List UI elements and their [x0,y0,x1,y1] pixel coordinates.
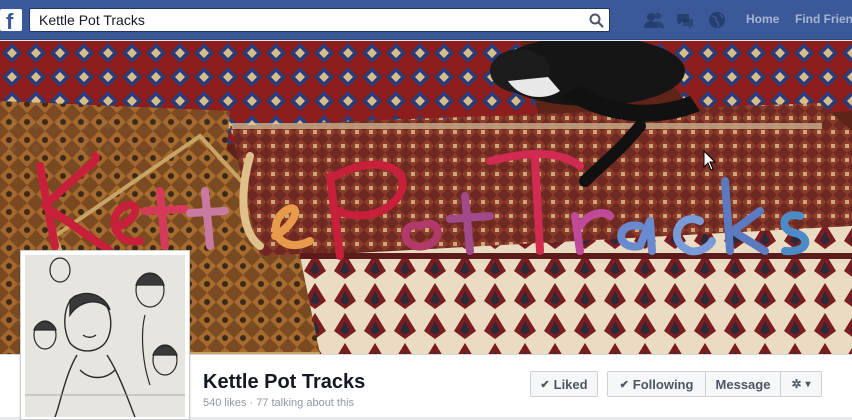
check-icon: ✔ [619,378,629,391]
notifications-globe-icon[interactable] [706,9,728,31]
following-button-label: Following [632,376,694,392]
page-stats: 540 likes · 77 talking about this [203,397,355,409]
check-icon: ✔ [540,378,550,391]
gear-icon: ✲ [791,377,802,391]
friend-requests-icon[interactable] [643,9,665,31]
settings-dropdown-button[interactable]: ✲ ▾ [781,372,821,396]
message-button-label: Message [715,376,771,392]
profile-picture[interactable] [20,250,190,420]
nav-find-friends-link[interactable]: Find Friends [795,12,852,26]
nav-home-link[interactable]: Home [746,12,779,26]
following-button[interactable]: ✔ Following [608,372,706,396]
facebook-logo-icon[interactable]: f [0,9,22,31]
search-input[interactable]: Kettle Pot Tracks [29,8,610,32]
page-actions-group: ✔ Following Message ✲ ▾ [607,371,822,397]
top-navigation-bar: f Kettle Pot Tracks Home Find Friends [0,0,852,40]
search-input-value: Kettle Pot Tracks [39,12,145,28]
chevron-down-icon: ▾ [805,378,811,390]
liked-button[interactable]: ✔ Liked [530,371,598,397]
liked-button-label: Liked [553,376,588,392]
message-button[interactable]: Message [706,372,781,396]
facebook-logo-glyph: f [6,9,14,31]
page-title: Kettle Pot Tracks [203,371,366,393]
messages-icon[interactable] [674,9,696,31]
profile-picture-image [25,255,185,417]
search-icon[interactable] [588,12,605,29]
